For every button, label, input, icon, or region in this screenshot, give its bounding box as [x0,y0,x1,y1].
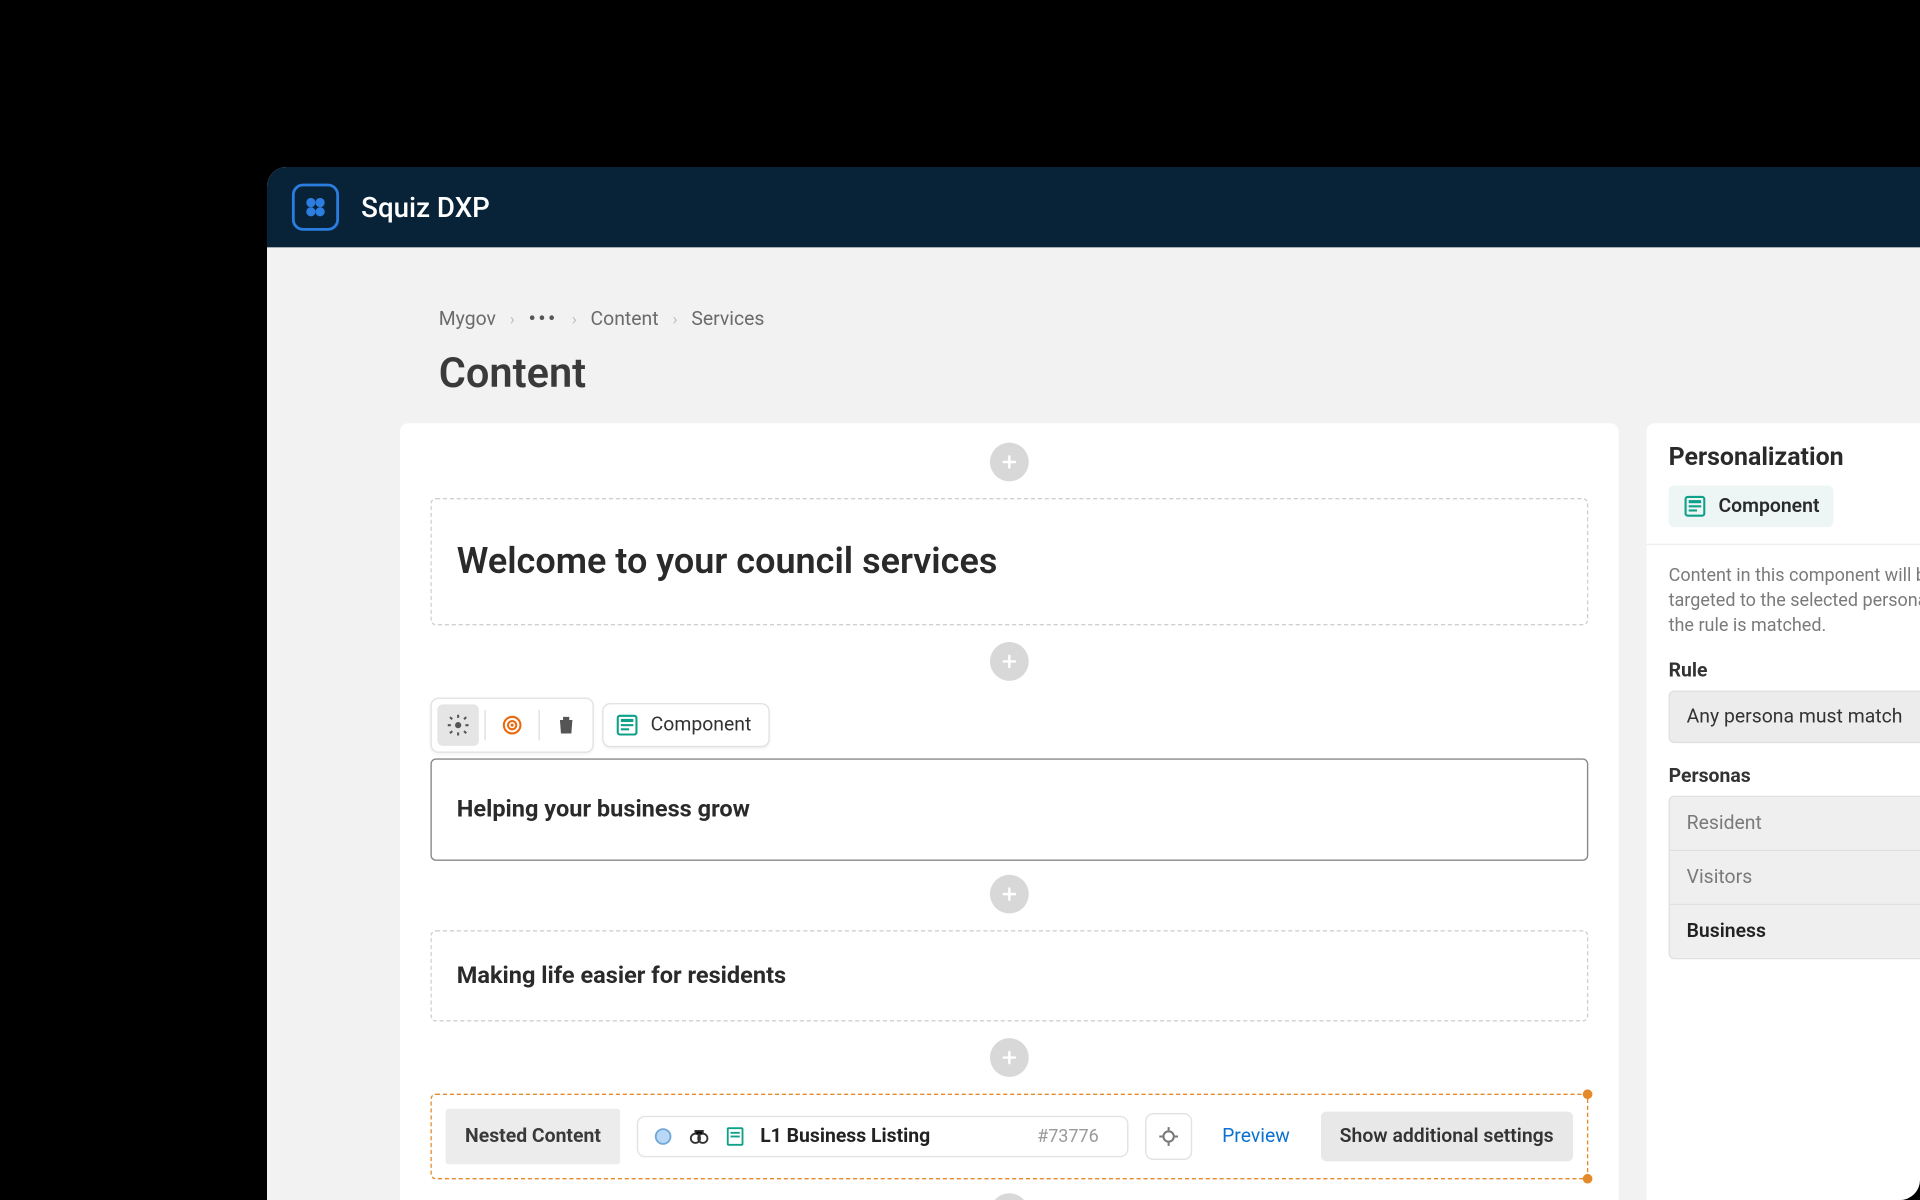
nested-content-label: Nested Content [446,1109,621,1164]
block-heading: Welcome to your council services [457,541,1562,583]
persona-option-business[interactable]: Business [1670,905,1920,958]
locate-button[interactable] [1145,1113,1192,1160]
persona-name: Resident [1687,812,1762,834]
nested-asset-name: L1 Business Listing [760,1125,930,1147]
panel-title: Personalization [1669,443,1920,472]
target-button[interactable] [491,704,533,746]
persona-name: Visitors [1687,866,1753,888]
content-block-welcome[interactable]: Welcome to your council services [430,498,1588,625]
add-block-button[interactable] [990,1038,1029,1077]
block-heading: Making life easier for residents [457,962,1562,990]
nested-asset-id: #73776 [1037,1126,1099,1147]
block-toolbar: Component [430,697,1588,752]
personalization-panel: Personalization Component Content in thi… [1646,423,1920,1200]
top-bar: Squiz DXP [267,167,1920,247]
persona-name: Business [1687,920,1766,942]
add-block-button[interactable] [990,1193,1029,1200]
show-additional-settings-button[interactable]: Show additional settings [1320,1112,1573,1162]
add-block-button[interactable] [990,642,1029,681]
breadcrumb-leaf[interactable]: Services [691,308,764,330]
component-icon [615,713,640,738]
breadcrumb-root[interactable]: Mygov [439,308,496,330]
toolbar-group [430,697,593,752]
persona-option-resident[interactable]: Resident [1670,797,1920,851]
rule-select-value: Any persona must match [1687,705,1903,727]
persona-list: Resident Visitors Business [1669,795,1920,958]
panel-header: Personalization Component [1646,423,1920,545]
add-block-button[interactable] [990,443,1029,482]
panel-body: Content in this component will be target… [1646,545,1920,978]
chevron-right-icon: › [672,310,677,329]
delete-button[interactable] [545,704,587,746]
binoculars-icon [688,1125,710,1147]
product-name: Squiz DXP [361,191,490,224]
breadcrumb: Mygov › ••• › Content › Services [439,308,1920,330]
content-block-residents[interactable]: Making life easier for residents [430,930,1588,1021]
component-icon [1682,494,1707,519]
page-icon [724,1125,746,1147]
workspace: Mygov › ••• › Content › Services Content… [267,247,1920,1200]
personas-label: Personas [1669,765,1920,787]
separator [484,710,485,740]
page-title: Content [439,350,1920,398]
separator [538,710,539,740]
persona-option-visitors[interactable]: Visitors [1670,851,1920,905]
app-window: Squiz DXP Mygov › ••• › Content › Servic… [267,167,1920,1200]
rule-label: Rule [1669,659,1920,681]
panel-scope-label: Component [1718,495,1819,517]
preview-link[interactable]: Preview [1208,1125,1303,1147]
breadcrumb-ellipsis[interactable]: ••• [529,308,558,330]
columns: Welcome to your council services [400,423,1920,1200]
component-type-pill[interactable]: Component [602,703,769,747]
panel-scope-tag: Component [1669,486,1834,528]
breadcrumb-content[interactable]: Content [591,308,659,330]
chevron-right-icon: › [510,310,515,329]
rule-select[interactable]: Any persona must match [1669,690,1920,743]
content-editor: Welcome to your council services [400,423,1619,1200]
product-logo [292,184,339,231]
add-block-button[interactable] [990,875,1029,914]
chevron-right-icon: › [572,310,577,329]
nested-content-block[interactable]: Nested Content L1 Business Listing #7377… [430,1094,1588,1180]
content-block-selected[interactable]: Helping your business grow [430,758,1588,860]
panel-help-text: Content in this component will be target… [1669,564,1920,640]
block-heading: Helping your business grow [457,796,1562,824]
settings-button[interactable] [437,704,479,746]
nested-asset-pill[interactable]: L1 Business Listing #73776 [637,1116,1128,1158]
status-dot-icon [652,1125,674,1147]
component-type-label: Component [651,714,752,736]
